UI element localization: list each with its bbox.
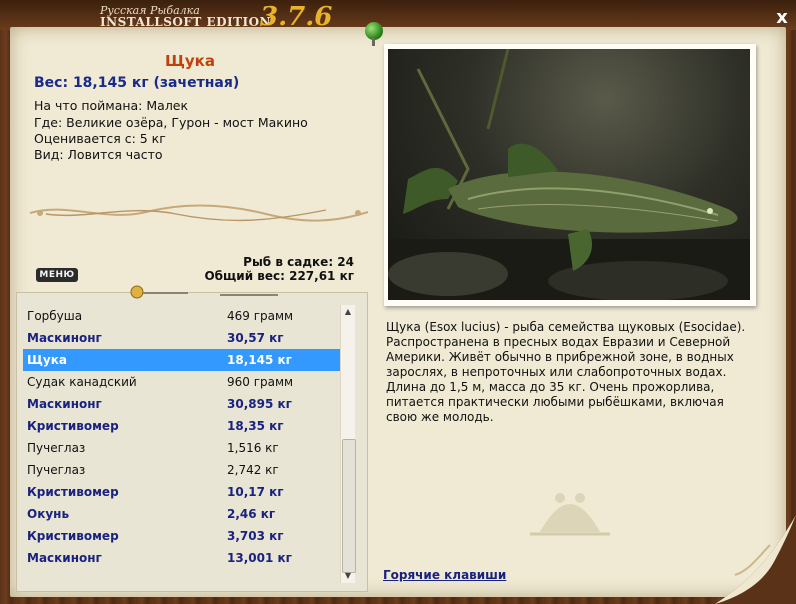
list-item-weight: 30,57 кг <box>227 331 284 345</box>
catch-list[interactable]: Горбуша 469 грамм Маскинонг 30,57 кг Щука 18,… <box>16 292 368 592</box>
list-item-weight: 10,17 кг <box>227 485 284 499</box>
list-item-name: Горбуша <box>27 309 83 323</box>
list-ornament <box>130 285 278 299</box>
list-item-name: Маскинонг <box>27 331 102 345</box>
list-item-name: Маскинонг <box>27 551 102 565</box>
list-item[interactable]: Кристивомер 10,17 кг <box>23 481 341 503</box>
list-scrollbar[interactable]: ▲ ▼ <box>340 305 356 583</box>
list-item-weight: 2,46 кг <box>227 507 276 521</box>
hotkeys-link[interactable]: Горячие клавиши <box>383 568 506 582</box>
list-item[interactable]: Кристивомер 18,35 кг <box>23 415 341 437</box>
pushpin-stem <box>372 38 375 46</box>
list-item-weight: 960 грамм <box>227 375 294 389</box>
scrollbar-thumb[interactable] <box>342 439 356 573</box>
fish-stamp-icon <box>530 493 610 536</box>
menu-button[interactable]: МЕНЮ <box>36 268 78 282</box>
list-item[interactable]: Горбуша 469 грамм <box>23 305 341 327</box>
list-item-name: Кристивомер <box>27 529 119 543</box>
scroll-up-arrow-icon[interactable]: ▲ <box>341 305 355 319</box>
ornament-divider <box>29 204 369 222</box>
list-item-name: Маскинонг <box>27 397 102 411</box>
list-item[interactable]: Судак канадский 960 грамм <box>23 371 341 393</box>
type-text: Вид: Ловится часто <box>34 147 163 162</box>
fish-name: Щука <box>165 52 215 70</box>
fish-photo <box>388 49 750 300</box>
list-item-name: Кристивомер <box>27 485 119 499</box>
list-item[interactable]: Маскинонг 30,895 кг <box>23 393 341 415</box>
list-item-weight: 30,895 кг <box>227 397 292 411</box>
list-item-name: Окунь <box>27 507 70 521</box>
fish-description: Щука (Esox lucius) - рыба семейства щуко… <box>386 320 746 424</box>
list-item[interactable]: Окунь 2,46 кг <box>23 503 341 525</box>
list-item-weight: 18,35 кг <box>227 419 284 433</box>
rated-from-text: Оценивается с: 5 кг <box>34 131 166 146</box>
list-item[interactable]: Пучеглаз 1,516 кг <box>23 437 341 459</box>
keepnet-count: Рыб в садке: 24 <box>243 255 354 269</box>
list-item-name: Щука <box>27 353 67 367</box>
close-icon[interactable]: x <box>776 7 788 28</box>
total-weight: Общий вес: 227,61 кг <box>204 269 354 283</box>
close-button[interactable]: x <box>772 8 792 28</box>
scroll-down-arrow-icon[interactable]: ▼ <box>341 569 355 583</box>
list-item-weight: 469 грамм <box>227 309 294 323</box>
list-item-name: Пучеглаз <box>27 463 86 477</box>
list-item-weight: 18,145 кг <box>227 353 292 367</box>
page-curl <box>715 515 796 604</box>
list-item[interactable]: Кристивомер 3,703 кг <box>23 525 341 547</box>
list-item[interactable]: Маскинонг 13,001 кг <box>23 547 341 569</box>
list-item-weight: 13,001 кг <box>227 551 292 565</box>
list-item-weight: 3,703 кг <box>227 529 284 543</box>
list-item-name: Кристивомер <box>27 419 119 433</box>
fish-weight: Вес: 18,145 кг (зачетная) <box>34 75 240 91</box>
list-item[interactable]: Маскинонг 30,57 кг <box>23 327 341 349</box>
list-item-name: Судак канадский <box>27 375 137 389</box>
list-item-name: Пучеглаз <box>27 441 86 455</box>
list-item[interactable]: Щука 18,145 кг <box>23 349 341 371</box>
list-item[interactable]: Пучеглаз 2,742 кг <box>23 459 341 481</box>
location-text: Где: Великие озёра, Гурон - мост Макино <box>34 115 308 130</box>
list-item-weight: 2,742 кг <box>227 463 279 477</box>
caught-on-text: На что поймана: Малек <box>34 98 189 113</box>
list-item-weight: 1,516 кг <box>227 441 279 455</box>
catch-list-rows: Горбуша 469 грамм Маскинонг 30,57 кг Щука 18,… <box>23 305 341 569</box>
